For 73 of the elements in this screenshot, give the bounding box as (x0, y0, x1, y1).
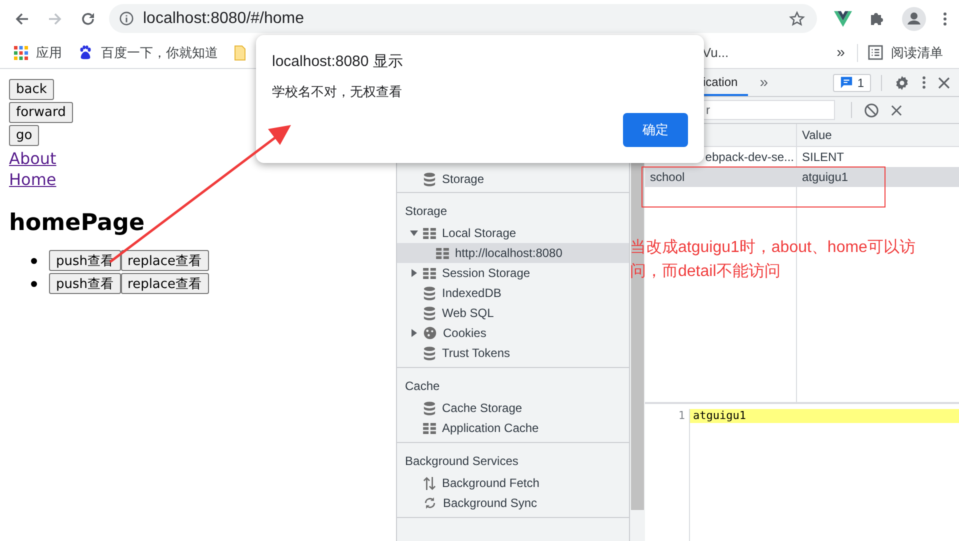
more-bookmarks-button[interactable]: » (836, 44, 846, 61)
view-button[interactable]: replace查看 (120, 273, 209, 294)
tree-item[interactable]: Background Fetch (397, 473, 629, 493)
database-icon (423, 286, 436, 300)
nav-button[interactable]: forward (9, 102, 73, 123)
nav-button[interactable]: go (9, 125, 40, 146)
database-icon (423, 400, 436, 416)
dialog-title: localhost:8080 显示 (272, 52, 404, 71)
section-heading: Cache (404, 378, 441, 395)
table-row[interactable]: school atguigu1 (645, 167, 959, 187)
star-icon[interactable] (789, 10, 805, 26)
page-heading: homePage (9, 210, 146, 236)
address-bar[interactable]: localhost:8080/#/home (109, 4, 817, 33)
bullet-icon (31, 258, 37, 264)
section-heading: Background Services (404, 453, 520, 470)
dialog-message: 学校名不对，无权查看 (272, 83, 403, 101)
database-icon (423, 172, 436, 186)
paw-icon (78, 45, 93, 60)
column-header: Value (802, 128, 832, 142)
menu-icon[interactable] (943, 10, 947, 26)
tree-item[interactable]: Cache Storage (397, 398, 629, 418)
info-icon[interactable] (119, 11, 134, 26)
v-logo-icon[interactable] (834, 10, 852, 26)
table-icon (423, 228, 436, 238)
tree-item[interactable]: Cookies (397, 323, 629, 343)
tree-item[interactable]: Storage (397, 169, 629, 189)
tree-item[interactable]: Trust Tokens (397, 343, 629, 363)
tree-item[interactable]: Web SQL (397, 303, 629, 323)
block-icon[interactable] (864, 102, 879, 118)
tree-item[interactable]: IndexedDB (397, 283, 629, 303)
list-icon (868, 45, 883, 60)
back-arrow-icon[interactable] (14, 10, 30, 26)
table-icon (436, 248, 449, 258)
more-tabs-button[interactable]: » (760, 69, 768, 96)
settings-icon[interactable] (894, 74, 910, 90)
ok-button[interactable]: 确定 (623, 113, 688, 147)
tree-item[interactable]: Session Storage (397, 263, 629, 283)
bookmark-link[interactable]: 百度一下，你就知道 (78, 44, 218, 62)
annotation-text: 当改成atguigu1时，about、home可以访问，而detail不能访问 (630, 238, 916, 282)
message-icon (840, 76, 854, 89)
database-icon (423, 346, 436, 360)
collapsed-triangle-icon[interactable] (410, 329, 418, 337)
reading-list-button[interactable]: 阅读清单 (868, 44, 943, 62)
apps-grid-icon (14, 46, 28, 60)
apps-bookmark[interactable]: 应用 (14, 44, 62, 62)
expanded-triangle-icon[interactable] (410, 229, 418, 237)
view-button[interactable]: push查看 (49, 273, 121, 294)
nav-button[interactable]: back (9, 79, 54, 100)
puzzle-icon[interactable] (869, 10, 885, 26)
tree-item[interactable]: Background Sync (397, 493, 629, 513)
up-down-arrows-icon (423, 476, 436, 490)
database-icon (423, 306, 436, 320)
view-button[interactable]: push查看 (49, 250, 121, 271)
more-options-icon[interactable] (922, 75, 926, 90)
tree-item[interactable]: Application Cache (397, 418, 629, 438)
view-button[interactable]: replace查看 (120, 250, 209, 271)
issues-badge[interactable]: 1 (833, 74, 871, 92)
router-link[interactable]: Home (9, 169, 387, 190)
profile-avatar-icon[interactable] (902, 6, 926, 30)
table-icon (423, 422, 436, 434)
close-icon[interactable] (938, 76, 950, 88)
tree-item[interactable]: Local Storage (397, 223, 629, 243)
clear-icon[interactable] (891, 104, 902, 116)
reload-icon[interactable] (80, 10, 96, 26)
collapsed-triangle-icon[interactable] (410, 269, 418, 277)
table-icon (423, 268, 436, 278)
sync-icon (423, 496, 437, 510)
section-heading: Storage (404, 203, 448, 220)
tree-item[interactable]: http://localhost:8080 (397, 243, 629, 263)
cookie-icon (423, 326, 437, 340)
line-number: 1 (678, 409, 685, 422)
bullet-icon (31, 280, 37, 286)
url-text: localhost:8080/#/home (143, 10, 305, 28)
